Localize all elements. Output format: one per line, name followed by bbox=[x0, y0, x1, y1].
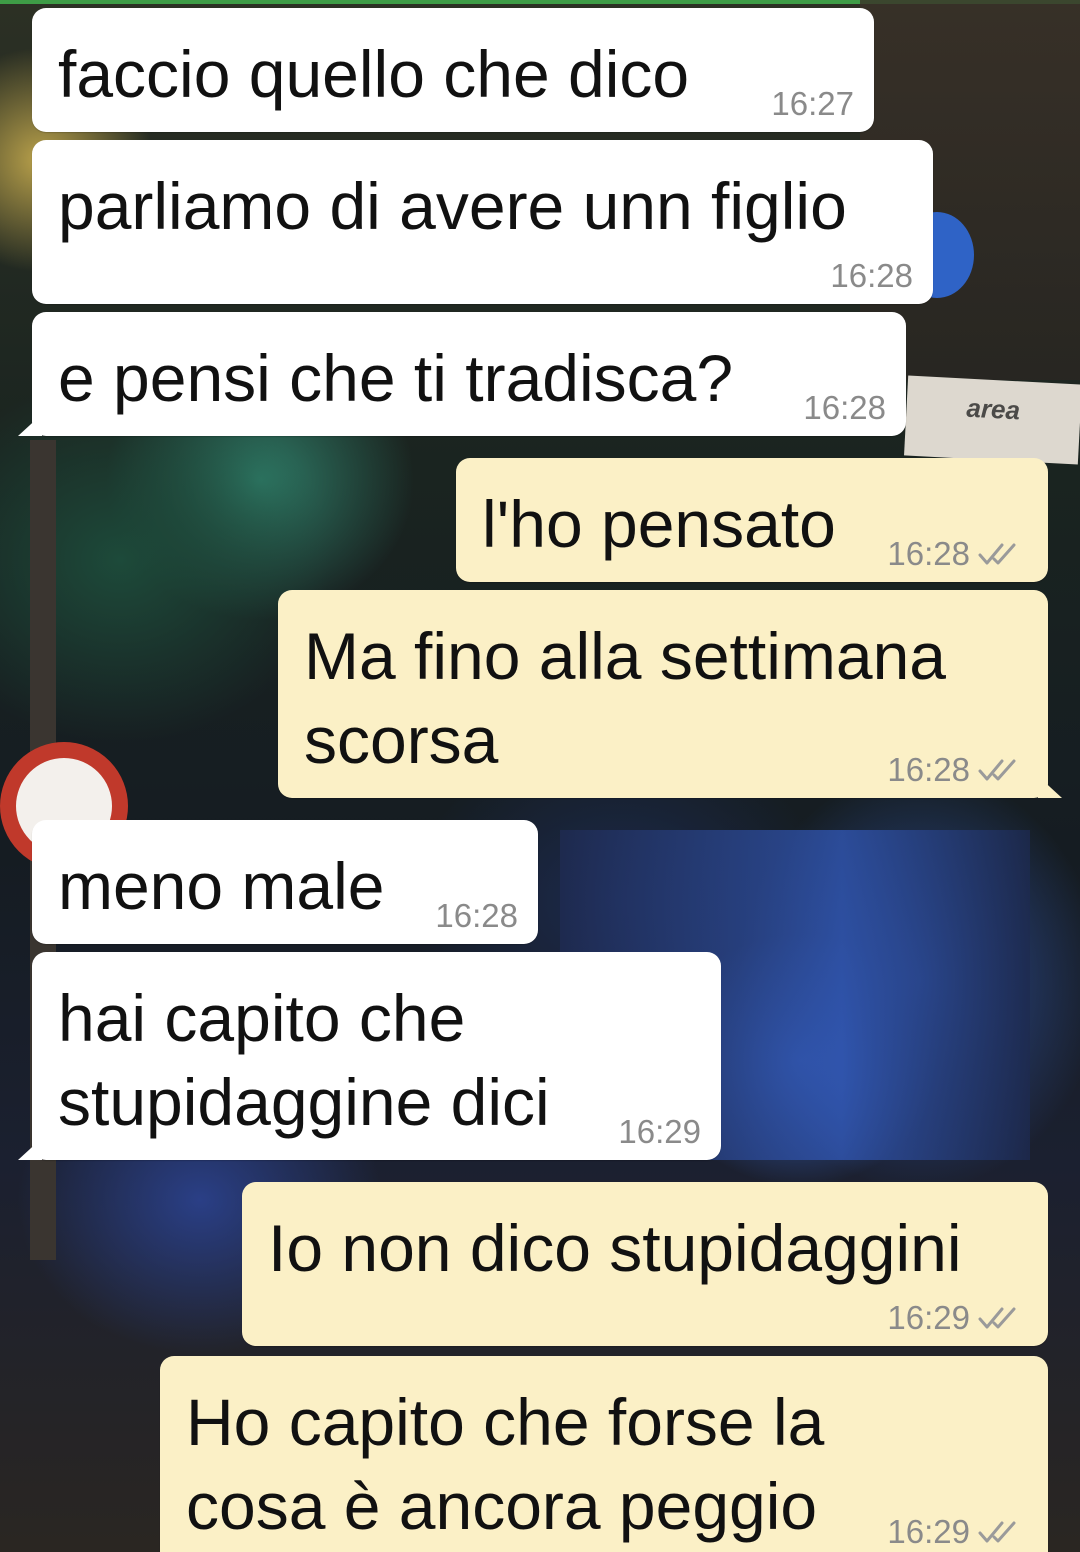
message-incoming[interactable]: hai capito che stupidaggine dici 16:29 bbox=[18, 952, 721, 1160]
message-outgoing[interactable]: Io non dico stupidaggini 16:29 bbox=[242, 1182, 1048, 1346]
message-time: 16:27 bbox=[771, 85, 854, 122]
message-incoming[interactable]: e pensi che ti tradisca? 16:28 bbox=[18, 312, 906, 436]
message-outgoing[interactable]: l'ho pensato 16:28 bbox=[456, 458, 1048, 582]
message-time: 16:28 bbox=[830, 257, 913, 294]
message-outgoing[interactable]: Ho capito che forse la cosa è ancora peg… bbox=[160, 1356, 1048, 1552]
message-time: 16:28 bbox=[887, 535, 970, 572]
message-incoming[interactable]: parliamo di avere unn figlio 16:28 bbox=[32, 140, 933, 304]
message-meta: 16:27 bbox=[771, 87, 854, 120]
message-list[interactable]: faccio quello che dico 16:27 parliamo di… bbox=[0, 0, 1080, 1552]
read-ticks-icon bbox=[978, 1521, 1016, 1542]
message-meta: 16:28 bbox=[803, 391, 886, 424]
message-time: 16:28 bbox=[803, 389, 886, 426]
message-meta: 16:28 bbox=[887, 537, 1028, 570]
message-outgoing[interactable]: Ma fino alla settimana scorsa 16:28 bbox=[278, 590, 1062, 798]
message-meta: 16:28 bbox=[435, 899, 518, 932]
message-text: hai capito che stupidaggine dici bbox=[58, 981, 550, 1139]
message-time: 16:29 bbox=[887, 1513, 970, 1550]
message-time: 16:28 bbox=[435, 897, 518, 934]
message-incoming[interactable]: meno male 16:28 bbox=[32, 820, 538, 944]
read-ticks-icon bbox=[978, 759, 1016, 780]
message-meta: 16:28 bbox=[887, 753, 1028, 786]
message-meta: 16:29 bbox=[618, 1115, 701, 1148]
message-text: e pensi che ti tradisca? bbox=[58, 341, 734, 415]
message-meta: 16:29 bbox=[887, 1301, 1028, 1334]
read-ticks-icon bbox=[978, 1307, 1016, 1328]
read-ticks-icon bbox=[978, 543, 1016, 564]
message-text: faccio quello che dico bbox=[58, 37, 690, 111]
message-time: 16:28 bbox=[887, 751, 970, 788]
message-text: parliamo di avere unn figlio bbox=[58, 169, 847, 243]
message-time: 16:29 bbox=[618, 1113, 701, 1150]
message-meta: 16:29 bbox=[887, 1515, 1028, 1548]
message-text: Io non dico stupidaggini bbox=[268, 1211, 962, 1285]
message-incoming[interactable]: faccio quello che dico 16:27 bbox=[32, 8, 874, 132]
message-time: 16:29 bbox=[887, 1299, 970, 1336]
message-meta: 16:28 bbox=[830, 259, 913, 292]
